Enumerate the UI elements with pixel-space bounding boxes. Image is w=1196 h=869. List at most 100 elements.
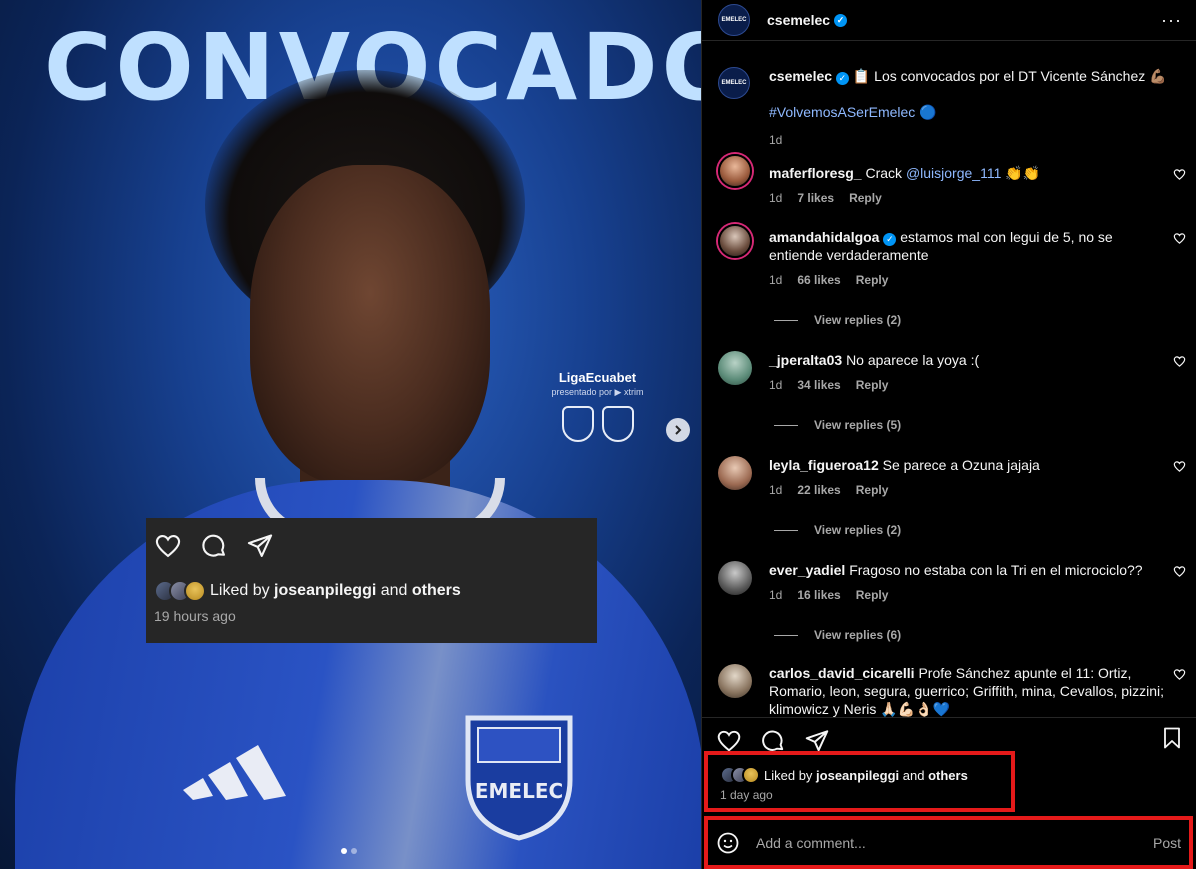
like-heart-icon[interactable] xyxy=(154,532,182,560)
overlay-timestamp: 19 hours ago xyxy=(154,608,236,624)
liked-by-and: and xyxy=(380,582,408,599)
comment-username-link[interactable]: ever_yadiel xyxy=(769,562,845,578)
liked-by-others-link[interactable]: others xyxy=(928,768,968,783)
post-media: CONVOCADOS EMELEC LigaEcuabet presentado… xyxy=(0,0,701,869)
comment-username-link[interactable]: _jperalta03 xyxy=(769,352,842,368)
avatar[interactable] xyxy=(718,224,752,258)
comment-time: 1d xyxy=(769,588,783,602)
post-comment-button[interactable]: Post xyxy=(1153,835,1181,851)
avatar-text: EMELEC xyxy=(721,80,747,86)
comment-mention-link[interactable]: @luisjorge_111 xyxy=(906,165,1001,181)
author-username-link[interactable]: csemelec xyxy=(767,12,830,28)
overlay-likes-row: Liked by joseanpileggi and others xyxy=(154,580,589,602)
comment-like-heart-icon[interactable] xyxy=(1173,232,1186,245)
comment-bubble-icon[interactable] xyxy=(200,532,228,560)
add-comment-bar: Post xyxy=(704,816,1193,869)
comment-likes-link[interactable]: 16 likes xyxy=(797,588,840,602)
overlay-actions xyxy=(154,532,589,560)
comment-like-heart-icon[interactable] xyxy=(1173,460,1186,473)
next-slide-button[interactable] xyxy=(666,418,690,442)
comment-reply-button[interactable]: Reply xyxy=(856,378,889,392)
avatar[interactable] xyxy=(718,561,752,595)
emelec-crest-icon xyxy=(561,406,594,442)
comment-text: Se parece a Ozuna jajaja xyxy=(882,457,1040,473)
share-send-icon[interactable] xyxy=(246,532,274,560)
comment-reply-button[interactable]: Reply xyxy=(849,191,882,205)
emoji-picker-icon[interactable] xyxy=(716,831,740,855)
carousel-dots xyxy=(341,848,357,854)
liked-by-user-link[interactable]: joseanpileggi xyxy=(816,768,899,783)
likes-summary: Liked by joseanpileggi and others 1 day … xyxy=(704,751,1015,812)
caption-text: 📋 Los convocados por el DT Vicente Sánch… xyxy=(852,68,1167,84)
view-replies-label: View replies (2) xyxy=(814,523,902,537)
view-replies-button[interactable]: View replies (2) xyxy=(774,523,1196,537)
league-name: LigaEcuabet xyxy=(558,370,637,385)
view-replies-label: View replies (5) xyxy=(814,418,902,432)
adidas-logo-icon xyxy=(183,745,286,800)
avatar[interactable]: EMELEC xyxy=(718,4,750,36)
view-replies-button[interactable]: View replies (5) xyxy=(774,418,1196,432)
comment-likes-link[interactable]: 22 likes xyxy=(797,483,840,497)
comment-time: 1d xyxy=(769,273,783,287)
league-sponsor: presentado por ▶ xtrim xyxy=(551,387,644,397)
avatar[interactable] xyxy=(718,154,752,188)
comment-like-heart-icon[interactable] xyxy=(1173,565,1186,578)
avatar[interactable] xyxy=(718,664,752,698)
liker-avatars xyxy=(720,766,760,784)
comment-item: amandahidalgoa ✓ estamos mal con legui d… xyxy=(702,224,1196,287)
comment-text: No aparece la yoya :( xyxy=(846,352,980,368)
comments-scroll-area[interactable]: EMELEC csemelec ✓ 📋 Los convocados por e… xyxy=(702,41,1196,717)
avatar[interactable] xyxy=(718,351,752,385)
verified-badge-icon: ✓ xyxy=(883,232,897,246)
comment-like-heart-icon[interactable] xyxy=(1173,355,1186,368)
caption-username-link[interactable]: csemelec xyxy=(769,68,832,84)
liked-by-prefix: Liked by xyxy=(764,767,813,783)
avatar[interactable]: EMELEC xyxy=(718,67,750,99)
save-bookmark-icon[interactable] xyxy=(1160,726,1184,750)
likes-row: Liked by joseanpileggi and others xyxy=(720,766,999,784)
caption-hashtag-link[interactable]: #VolvemosASerEmelec 🔵 xyxy=(769,103,1167,121)
comment-likes-link[interactable]: 34 likes xyxy=(797,378,840,392)
view-replies-label: View replies (6) xyxy=(814,628,902,642)
comment-like-heart-icon[interactable] xyxy=(1173,668,1186,681)
view-replies-button[interactable]: View replies (6) xyxy=(774,628,1196,642)
caption-body: csemelec ✓ 📋 Los convocados por el DT Vi… xyxy=(769,67,1167,154)
comment-item: maferfloresg_ Crack @luisjorge_111 👏👏 1d… xyxy=(702,154,1196,205)
comment-reply-button[interactable]: Reply xyxy=(856,273,889,287)
comment-reply-button[interactable]: Reply xyxy=(856,483,889,497)
carousel-dot-active xyxy=(341,848,347,854)
avatar[interactable] xyxy=(718,456,752,490)
comment-time: 1d xyxy=(769,378,783,392)
league-badge: LigaEcuabet presentado por ▶ xtrim xyxy=(550,370,645,442)
liked-by-and: and xyxy=(902,767,925,783)
liked-by-others-link[interactable]: others xyxy=(412,582,461,600)
comment-username-link[interactable]: leyla_figueroa12 xyxy=(769,457,879,473)
view-replies-button[interactable]: View replies (2) xyxy=(774,313,1196,327)
comment-text: Fragoso no estaba con la Tri en el micro… xyxy=(849,562,1143,578)
comment-body: _jperalta03 No aparece la yoya :( 1d 34 … xyxy=(769,351,1169,392)
comment-body: amandahidalgoa ✓ estamos mal con legui d… xyxy=(769,224,1169,287)
comment-input[interactable] xyxy=(756,834,1153,851)
comment-time: 1d xyxy=(769,483,783,497)
comment-username-link[interactable]: amandahidalgoa xyxy=(769,229,879,245)
chevron-right-icon xyxy=(675,425,682,435)
comment-username-link[interactable]: maferfloresg_ xyxy=(769,165,862,181)
carousel-dot xyxy=(351,848,357,854)
post-timestamp: 1 day ago xyxy=(720,788,773,802)
comment-likes-link[interactable]: 7 likes xyxy=(797,191,834,205)
comment-body: maferfloresg_ Crack @luisjorge_111 👏👏 1d… xyxy=(769,154,1169,205)
comment-like-heart-icon[interactable] xyxy=(1173,168,1186,181)
more-options-icon[interactable]: ··· xyxy=(1161,11,1182,29)
caption-time: 1d xyxy=(769,133,783,147)
view-replies-line xyxy=(774,319,798,321)
avatar-text: EMELEC xyxy=(721,17,747,23)
comment-likes-link[interactable]: 66 likes xyxy=(797,273,840,287)
comment-body: leyla_figueroa12 Se parece a Ozuna jajaj… xyxy=(769,456,1169,497)
view-replies-line xyxy=(774,634,798,636)
crest-text: EMELEC xyxy=(475,779,563,803)
comment-username-link[interactable]: carlos_david_cicarelli xyxy=(769,665,915,681)
comment-item: ever_yadiel Fragoso no estaba con la Tri… xyxy=(702,561,1196,602)
media-overlay-panel: Liked by joseanpileggi and others 19 hou… xyxy=(146,518,597,643)
comment-reply-button[interactable]: Reply xyxy=(856,588,889,602)
liked-by-user-link[interactable]: joseanpileggi xyxy=(274,582,376,600)
